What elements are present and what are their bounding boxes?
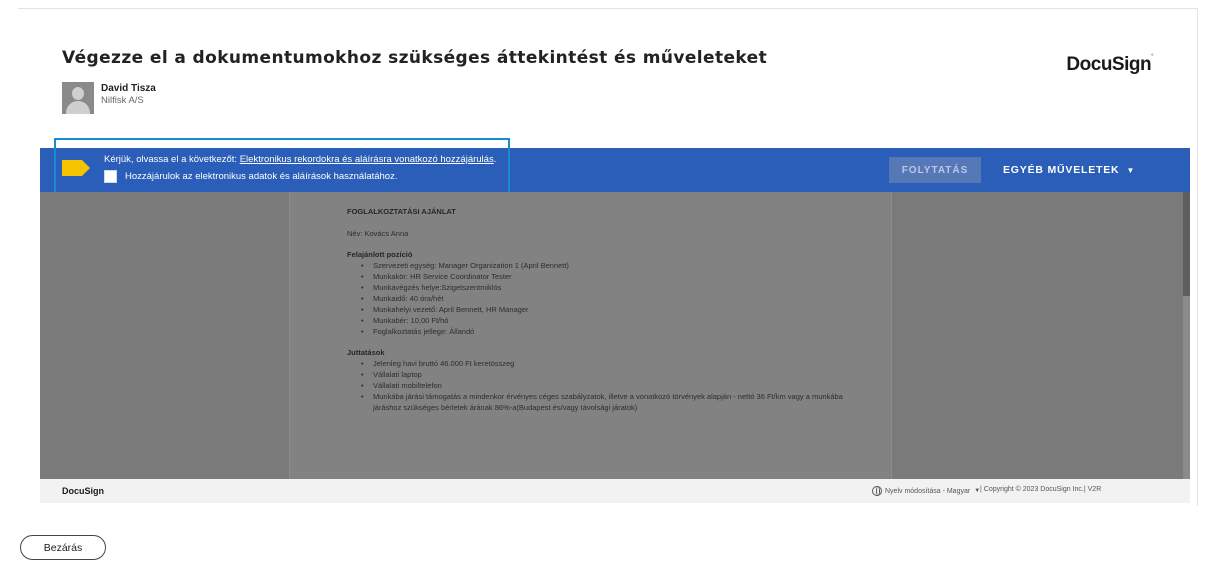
more-actions-button[interactable]: EGYÉB MŰVELETEK ▼ — [1003, 157, 1135, 183]
benefits-list: Jelenleg havi bruttó 46.000 Ft keretössz… — [347, 358, 867, 413]
signing-window: Végezze el a dokumentumokhoz szükséges á… — [0, 0, 1211, 561]
benefits-heading: Juttatások — [347, 348, 385, 357]
logo-text: DocuSign — [1066, 54, 1152, 75]
sender-org: Nilfisk A/S — [101, 95, 144, 106]
list-item: Vállalati laptop — [347, 369, 867, 380]
avatar-head-shape — [72, 87, 84, 100]
document-content: FOGLALKOZTATÁSI AJÁNLAT Név: Kovács Anna… — [347, 192, 867, 413]
sender-name: David Tisza — [101, 83, 156, 94]
continue-button[interactable]: FOLYTATÁS — [889, 157, 981, 183]
page-title: Végezze el a dokumentumokhoz szükséges á… — [62, 48, 768, 68]
list-item: Vállalati mobiltelefon — [347, 380, 867, 391]
close-button[interactable]: Bezárás — [20, 535, 106, 560]
list-item: Foglalkoztatás jellege: Állandó — [347, 326, 867, 337]
list-item: Munkabér: 10,00 Ft/hó — [347, 315, 867, 326]
avatar-body-shape — [66, 101, 90, 114]
document-name-line: Név: Kovács Anna — [347, 229, 409, 238]
list-item: Munkavégzés helye:Szigetszentmiklós — [347, 282, 867, 293]
footer: DocuSign Nyelv módosítása - Magyar ▼ | C… — [40, 479, 1190, 503]
list-item: Munkaidő: 40 óra/hét — [347, 293, 867, 304]
list-item: Munkakör: HR Service Coordinator Tester — [347, 271, 867, 282]
list-item: Jelenleg havi bruttó 46.000 Ft keretössz… — [347, 358, 867, 369]
list-item: Munkahelyi vezető: April Bennett, HR Man… — [347, 304, 867, 315]
scrollbar-thumb[interactable] — [1183, 192, 1190, 296]
globe-icon — [872, 486, 882, 496]
language-selector[interactable]: Nyelv módosítása - Magyar ▼ — [872, 486, 980, 496]
document-viewer[interactable]: FOGLALKOZTATÁSI AJÁNLAT Név: Kovács Anna… — [40, 192, 1190, 479]
list-item: Szervezeti egység: Manager Organization … — [347, 260, 867, 271]
header: Végezze el a dokumentumokhoz szükséges á… — [40, 30, 1190, 148]
more-actions-label: EGYÉB MŰVELETEK — [1003, 164, 1120, 176]
position-list: Szervezeti egység: Manager Organization … — [347, 260, 867, 337]
position-heading: Felajánlott pozíció — [347, 250, 413, 259]
language-label: Nyelv módosítása - Magyar — [885, 487, 971, 495]
avatar — [62, 82, 94, 114]
trademark-mark: ° — [1151, 54, 1153, 60]
docusign-logo: DocuSign° — [1066, 54, 1153, 76]
caret-down-icon: ▼ — [1126, 165, 1136, 175]
list-item: Munkába járási támogatás a mindenkor érv… — [347, 391, 867, 413]
copyright-text: | Copyright © 2023 DocuSign Inc.| V2R — [980, 486, 1102, 493]
document-heading: FOGLALKOZTATÁSI AJÁNLAT — [347, 207, 456, 216]
scrollbar-track[interactable] — [1183, 192, 1190, 479]
footer-logo: DocuSign — [62, 486, 104, 496]
